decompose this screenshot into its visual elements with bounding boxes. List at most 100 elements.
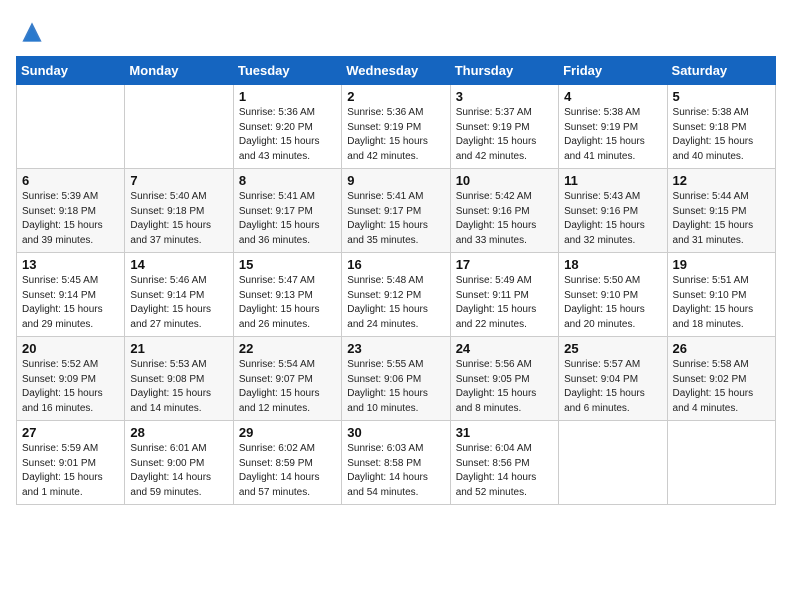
calendar-cell: 14 Sunrise: 5:46 AM Sunset: 9:14 PM Dayli…: [125, 253, 233, 337]
calendar-cell: 18 Sunrise: 5:50 AM Sunset: 9:10 PM Dayli…: [559, 253, 667, 337]
day-info: Sunrise: 5:41 AM Sunset: 9:17 PM Dayligh…: [239, 190, 336, 248]
calendar-cell: 11 Sunrise: 5:43 AM Sunset: 9:16 PM Dayli…: [559, 169, 667, 253]
day-info: Sunrise: 5:57 AM Sunset: 9:04 PM Dayligh…: [564, 358, 661, 416]
day-number: 2: [347, 89, 444, 104]
calendar-header-row: SundayMondayTuesdayWednesdayThursdayFrid…: [17, 57, 776, 85]
calendar-cell: 29 Sunrise: 6:02 AM Sunset: 8:59 PM Dayli…: [233, 421, 341, 505]
day-number: 31: [456, 425, 553, 440]
day-number: 13: [22, 257, 119, 272]
day-header-tuesday: Tuesday: [233, 57, 341, 85]
day-info: Sunrise: 5:47 AM Sunset: 9:13 PM Dayligh…: [239, 274, 336, 332]
day-info: Sunrise: 5:44 AM Sunset: 9:15 PM Dayligh…: [673, 190, 770, 248]
calendar-cell: 25 Sunrise: 5:57 AM Sunset: 9:04 PM Dayli…: [559, 337, 667, 421]
calendar-cell: 13 Sunrise: 5:45 AM Sunset: 9:14 PM Dayli…: [17, 253, 125, 337]
day-number: 21: [130, 341, 227, 356]
calendar-week-2: 6 Sunrise: 5:39 AM Sunset: 9:18 PM Daylig…: [17, 169, 776, 253]
day-info: Sunrise: 6:04 AM Sunset: 8:56 PM Dayligh…: [456, 442, 553, 500]
calendar-cell: 31 Sunrise: 6:04 AM Sunset: 8:56 PM Dayli…: [450, 421, 558, 505]
day-info: Sunrise: 5:55 AM Sunset: 9:06 PM Dayligh…: [347, 358, 444, 416]
day-info: Sunrise: 5:43 AM Sunset: 9:16 PM Dayligh…: [564, 190, 661, 248]
calendar-cell: 15 Sunrise: 5:47 AM Sunset: 9:13 PM Dayli…: [233, 253, 341, 337]
calendar-cell: 8 Sunrise: 5:41 AM Sunset: 9:17 PM Daylig…: [233, 169, 341, 253]
calendar-cell: 26 Sunrise: 5:58 AM Sunset: 9:02 PM Dayli…: [667, 337, 775, 421]
day-info: Sunrise: 5:49 AM Sunset: 9:11 PM Dayligh…: [456, 274, 553, 332]
day-number: 26: [673, 341, 770, 356]
page-header: [16, 16, 776, 48]
day-info: Sunrise: 5:42 AM Sunset: 9:16 PM Dayligh…: [456, 190, 553, 248]
day-number: 3: [456, 89, 553, 104]
day-number: 4: [564, 89, 661, 104]
day-info: Sunrise: 5:52 AM Sunset: 9:09 PM Dayligh…: [22, 358, 119, 416]
calendar-cell: [125, 85, 233, 169]
day-info: Sunrise: 5:54 AM Sunset: 9:07 PM Dayligh…: [239, 358, 336, 416]
day-info: Sunrise: 5:46 AM Sunset: 9:14 PM Dayligh…: [130, 274, 227, 332]
day-info: Sunrise: 5:36 AM Sunset: 9:19 PM Dayligh…: [347, 106, 444, 164]
calendar-cell: 28 Sunrise: 6:01 AM Sunset: 9:00 PM Dayli…: [125, 421, 233, 505]
day-number: 24: [456, 341, 553, 356]
logo: [16, 16, 52, 48]
calendar-cell: 16 Sunrise: 5:48 AM Sunset: 9:12 PM Dayli…: [342, 253, 450, 337]
day-info: Sunrise: 5:59 AM Sunset: 9:01 PM Dayligh…: [22, 442, 119, 500]
day-info: Sunrise: 5:36 AM Sunset: 9:20 PM Dayligh…: [239, 106, 336, 164]
calendar-cell: 17 Sunrise: 5:49 AM Sunset: 9:11 PM Dayli…: [450, 253, 558, 337]
calendar-week-4: 20 Sunrise: 5:52 AM Sunset: 9:09 PM Dayli…: [17, 337, 776, 421]
day-number: 28: [130, 425, 227, 440]
calendar-cell: 27Sunrise: 5:59 AM Sunset: 9:01 PM Dayli…: [17, 421, 125, 505]
day-number: 8: [239, 173, 336, 188]
day-number: 15: [239, 257, 336, 272]
day-number: 29: [239, 425, 336, 440]
calendar-week-1: 1 Sunrise: 5:36 AM Sunset: 9:20 PM Daylig…: [17, 85, 776, 169]
day-info: Sunrise: 6:03 AM Sunset: 8:58 PM Dayligh…: [347, 442, 444, 500]
calendar-table: SundayMondayTuesdayWednesdayThursdayFrid…: [16, 56, 776, 505]
day-info: Sunrise: 5:50 AM Sunset: 9:10 PM Dayligh…: [564, 274, 661, 332]
day-header-thursday: Thursday: [450, 57, 558, 85]
day-header-friday: Friday: [559, 57, 667, 85]
day-info: Sunrise: 5:48 AM Sunset: 9:12 PM Dayligh…: [347, 274, 444, 332]
calendar-cell: 1 Sunrise: 5:36 AM Sunset: 9:20 PM Daylig…: [233, 85, 341, 169]
day-number: 9: [347, 173, 444, 188]
calendar-cell: 30 Sunrise: 6:03 AM Sunset: 8:58 PM Dayli…: [342, 421, 450, 505]
day-info: Sunrise: 5:45 AM Sunset: 9:14 PM Dayligh…: [22, 274, 119, 332]
calendar-week-5: 27Sunrise: 5:59 AM Sunset: 9:01 PM Dayli…: [17, 421, 776, 505]
day-number: 30: [347, 425, 444, 440]
day-info: Sunrise: 6:01 AM Sunset: 9:00 PM Dayligh…: [130, 442, 227, 500]
calendar-cell: [559, 421, 667, 505]
calendar-cell: 21 Sunrise: 5:53 AM Sunset: 9:08 PM Dayli…: [125, 337, 233, 421]
day-number: 18: [564, 257, 661, 272]
day-info: Sunrise: 5:53 AM Sunset: 9:08 PM Dayligh…: [130, 358, 227, 416]
calendar-cell: 7 Sunrise: 5:40 AM Sunset: 9:18 PM Daylig…: [125, 169, 233, 253]
calendar-cell: 12 Sunrise: 5:44 AM Sunset: 9:15 PM Dayli…: [667, 169, 775, 253]
calendar-cell: 5 Sunrise: 5:38 AM Sunset: 9:18 PM Daylig…: [667, 85, 775, 169]
day-info: Sunrise: 5:58 AM Sunset: 9:02 PM Dayligh…: [673, 358, 770, 416]
day-number: 11: [564, 173, 661, 188]
day-header-sunday: Sunday: [17, 57, 125, 85]
day-info: Sunrise: 5:41 AM Sunset: 9:17 PM Dayligh…: [347, 190, 444, 248]
calendar-cell: 6 Sunrise: 5:39 AM Sunset: 9:18 PM Daylig…: [17, 169, 125, 253]
calendar-cell: [667, 421, 775, 505]
day-number: 7: [130, 173, 227, 188]
calendar-cell: 4 Sunrise: 5:38 AM Sunset: 9:19 PM Daylig…: [559, 85, 667, 169]
day-info: Sunrise: 5:38 AM Sunset: 9:19 PM Dayligh…: [564, 106, 661, 164]
calendar-cell: 19Sunrise: 5:51 AM Sunset: 9:10 PM Dayli…: [667, 253, 775, 337]
calendar-cell: 23 Sunrise: 5:55 AM Sunset: 9:06 PM Dayli…: [342, 337, 450, 421]
day-number: 1: [239, 89, 336, 104]
day-number: 14: [130, 257, 227, 272]
calendar-week-3: 13 Sunrise: 5:45 AM Sunset: 9:14 PM Dayli…: [17, 253, 776, 337]
day-info: Sunrise: 5:40 AM Sunset: 9:18 PM Dayligh…: [130, 190, 227, 248]
day-info: Sunrise: 6:02 AM Sunset: 8:59 PM Dayligh…: [239, 442, 336, 500]
day-info: Sunrise: 5:38 AM Sunset: 9:18 PM Dayligh…: [673, 106, 770, 164]
calendar-cell: 22Sunrise: 5:54 AM Sunset: 9:07 PM Dayli…: [233, 337, 341, 421]
day-info: Sunrise: 5:39 AM Sunset: 9:18 PM Dayligh…: [22, 190, 119, 248]
calendar-cell: 3 Sunrise: 5:37 AM Sunset: 9:19 PM Daylig…: [450, 85, 558, 169]
day-number: 20: [22, 341, 119, 356]
day-number: 17: [456, 257, 553, 272]
day-number: 23: [347, 341, 444, 356]
day-number: 6: [22, 173, 119, 188]
calendar-cell: 24Sunrise: 5:56 AM Sunset: 9:05 PM Dayli…: [450, 337, 558, 421]
day-number: 16: [347, 257, 444, 272]
day-info: Sunrise: 5:37 AM Sunset: 9:19 PM Dayligh…: [456, 106, 553, 164]
calendar-cell: 9 Sunrise: 5:41 AM Sunset: 9:17 PM Daylig…: [342, 169, 450, 253]
day-number: 25: [564, 341, 661, 356]
day-number: 12: [673, 173, 770, 188]
day-number: 5: [673, 89, 770, 104]
